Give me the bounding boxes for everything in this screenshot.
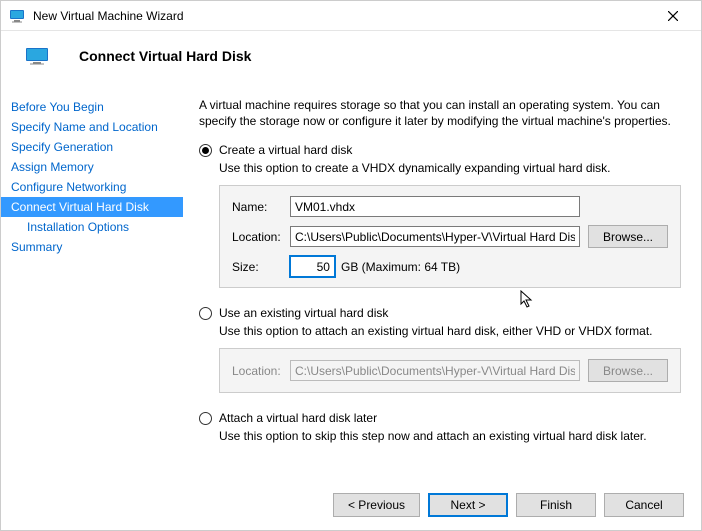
existing-location-label: Location: (232, 364, 290, 378)
option-later-label: Attach a virtual hard disk later (219, 411, 377, 425)
page-title: Connect Virtual Hard Disk (79, 48, 251, 64)
close-icon (668, 11, 678, 21)
wizard-icon (25, 47, 49, 65)
option-existing-desc: Use this option to attach an existing vi… (219, 324, 681, 338)
option-existing-label: Use an existing virtual hard disk (219, 306, 388, 320)
next-button[interactable]: Next > (428, 493, 508, 517)
wizard-nav: Before You BeginSpecify Name and Locatio… (1, 85, 183, 465)
nav-item-specify-generation[interactable]: Specify Generation (1, 137, 183, 157)
option-existing-radio-row[interactable]: Use an existing virtual hard disk (199, 306, 681, 320)
nav-item-configure-networking[interactable]: Configure Networking (1, 177, 183, 197)
create-fieldset: Name: Location: Browse... Size: GB (Maxi… (219, 185, 681, 288)
option-later: Attach a virtual hard disk later Use thi… (199, 411, 681, 443)
window-title: New Virtual Machine Wizard (33, 9, 653, 23)
wizard-content: A virtual machine requires storage so th… (183, 85, 701, 465)
cancel-button[interactable]: Cancel (604, 493, 684, 517)
app-icon (9, 8, 25, 24)
option-create-radio-row[interactable]: Create a virtual hard disk (199, 143, 681, 157)
titlebar: New Virtual Machine Wizard (1, 1, 701, 31)
option-create: Create a virtual hard disk Use this opti… (199, 143, 681, 288)
previous-button[interactable]: < Previous (333, 493, 420, 517)
existing-browse-button: Browse... (588, 359, 668, 382)
nav-item-assign-memory[interactable]: Assign Memory (1, 157, 183, 177)
size-input[interactable] (290, 256, 335, 277)
size-unit: GB (Maximum: 64 TB) (341, 260, 460, 274)
size-label: Size: (232, 260, 290, 274)
option-later-radio-row[interactable]: Attach a virtual hard disk later (199, 411, 681, 425)
nav-item-installation-options[interactable]: Installation Options (1, 217, 183, 237)
existing-fieldset: Location: Browse... (219, 348, 681, 393)
radio-later[interactable] (199, 412, 212, 425)
close-button[interactable] (653, 1, 693, 31)
nav-item-specify-name-and-location[interactable]: Specify Name and Location (1, 117, 183, 137)
intro-text: A virtual machine requires storage so th… (199, 97, 681, 129)
finish-button[interactable]: Finish (516, 493, 596, 517)
option-existing: Use an existing virtual hard disk Use th… (199, 306, 681, 393)
location-label: Location: (232, 230, 290, 244)
option-create-desc: Use this option to create a VHDX dynamic… (219, 161, 681, 175)
wizard-footer: < Previous Next > Finish Cancel (333, 493, 684, 517)
existing-location-input (290, 360, 580, 381)
radio-existing[interactable] (199, 307, 212, 320)
option-create-label: Create a virtual hard disk (219, 143, 352, 157)
radio-create[interactable] (199, 144, 212, 157)
nav-item-summary[interactable]: Summary (1, 237, 183, 257)
option-later-desc: Use this option to skip this step now an… (219, 429, 681, 443)
nav-item-before-you-begin[interactable]: Before You Begin (1, 97, 183, 117)
location-input[interactable] (290, 226, 580, 247)
name-label: Name: (232, 200, 290, 214)
browse-button[interactable]: Browse... (588, 225, 668, 248)
page-header: Connect Virtual Hard Disk (1, 31, 701, 85)
nav-item-connect-virtual-hard-disk[interactable]: Connect Virtual Hard Disk (1, 197, 183, 217)
name-input[interactable] (290, 196, 580, 217)
